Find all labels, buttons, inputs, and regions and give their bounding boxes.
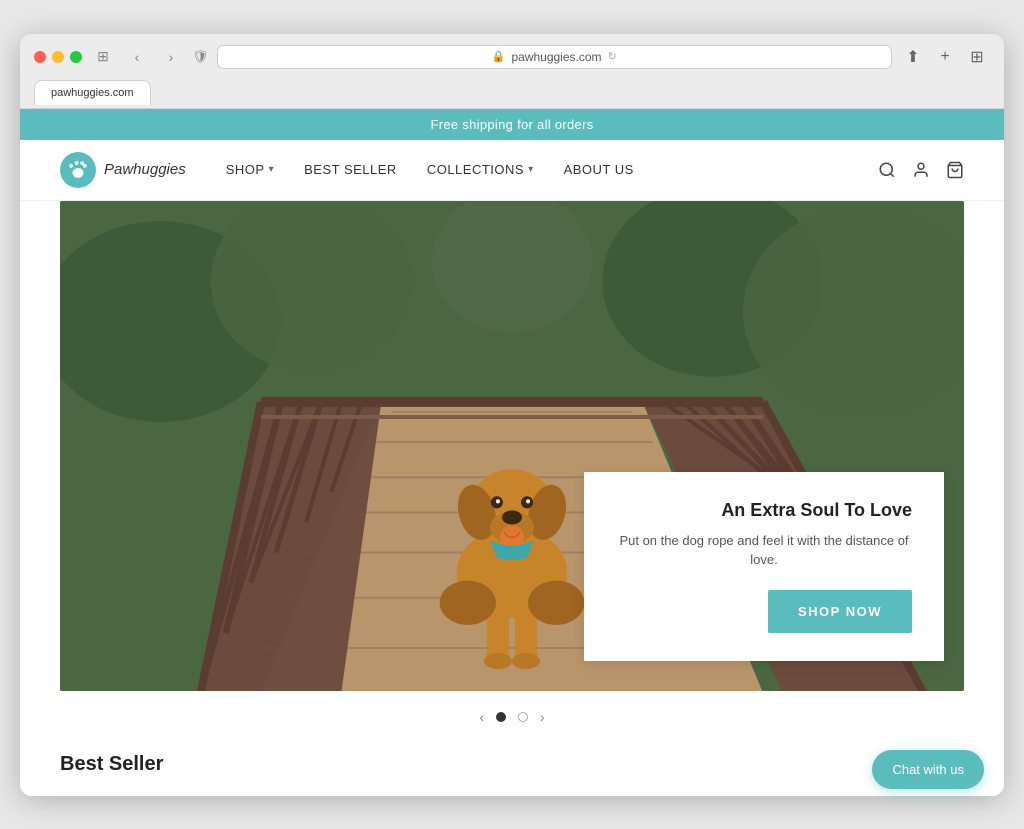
nav-collections[interactable]: COLLECTIONS ▾ [427, 162, 534, 177]
slider-controls: ‹ › [60, 691, 964, 743]
nav-about-us[interactable]: ABOUT US [564, 162, 634, 177]
browser-window: ⊞ ‹ › 🛡 🔒 pawhuggies.com ↻ ⬆ + ⊞ pawhugg… [20, 34, 1004, 796]
address-bar[interactable]: 🔒 pawhuggies.com ↻ [217, 45, 892, 69]
chat-button[interactable]: Chat with us [872, 750, 984, 789]
browser-actions: ⬆ + ⊞ [900, 44, 990, 70]
new-tab-button[interactable]: + [932, 44, 958, 70]
nav-best-seller[interactable]: BEST SELLER [304, 162, 397, 177]
logo-icon [60, 152, 96, 188]
sidebar-toggle-button[interactable]: ⊞ [90, 47, 116, 67]
hero-card-subtitle: Put on the dog rope and feel it with the… [616, 531, 912, 570]
grid-button[interactable]: ⊞ [964, 44, 990, 70]
hero-section: An Extra Soul To Love Put on the dog rop… [60, 201, 964, 743]
navbar: Pawhuggies SHOP ▾ BEST SELLER COLLECTION… [20, 140, 1004, 201]
hero-card-title: An Extra Soul To Love [616, 500, 912, 521]
url-text: pawhuggies.com [511, 50, 601, 64]
slider-prev-button[interactable]: ‹ [479, 709, 484, 725]
shield-icon: 🛡 [192, 49, 209, 65]
browser-chrome: ⊞ ‹ › 🛡 🔒 pawhuggies.com ↻ ⬆ + ⊞ pawhugg… [20, 34, 1004, 109]
search-button[interactable] [878, 161, 896, 179]
website-content: Free shipping for all orders Pawhuggies … [20, 109, 1004, 796]
slider-dot-2[interactable] [518, 712, 528, 722]
cart-button[interactable] [946, 161, 964, 179]
nav-shop[interactable]: SHOP ▾ [226, 162, 274, 177]
logo-area[interactable]: Pawhuggies [60, 152, 186, 188]
nav-links: SHOP ▾ BEST SELLER COLLECTIONS ▾ ABOUT U… [226, 162, 878, 177]
account-button[interactable] [912, 161, 930, 179]
share-button[interactable]: ⬆ [900, 44, 926, 70]
best-seller-title: Best Seller [60, 753, 964, 776]
active-tab[interactable]: pawhuggies.com [34, 80, 151, 105]
hero-image: An Extra Soul To Love Put on the dog rop… [60, 201, 964, 691]
best-seller-section: Best Seller [20, 743, 1004, 796]
collections-chevron-icon: ▾ [528, 164, 534, 175]
address-bar-row: 🛡 🔒 pawhuggies.com ↻ [192, 45, 892, 69]
announcement-bar: Free shipping for all orders [20, 109, 1004, 140]
maximize-button[interactable] [70, 51, 82, 63]
forward-button[interactable]: › [158, 47, 184, 67]
minimize-button[interactable] [52, 51, 64, 63]
shop-chevron-icon: ▾ [269, 164, 275, 175]
logo-text: Pawhuggies [104, 161, 186, 178]
shop-now-button[interactable]: SHOP NOW [768, 590, 912, 633]
close-button[interactable] [34, 51, 46, 63]
back-button[interactable]: ‹ [124, 47, 150, 67]
traffic-lights [34, 51, 82, 63]
hero-info-card: An Extra Soul To Love Put on the dog rop… [584, 472, 944, 661]
nav-icons [878, 161, 964, 179]
slider-next-button[interactable]: › [540, 709, 545, 725]
announcement-text: Free shipping for all orders [430, 117, 593, 132]
slider-dot-1[interactable] [496, 712, 506, 722]
